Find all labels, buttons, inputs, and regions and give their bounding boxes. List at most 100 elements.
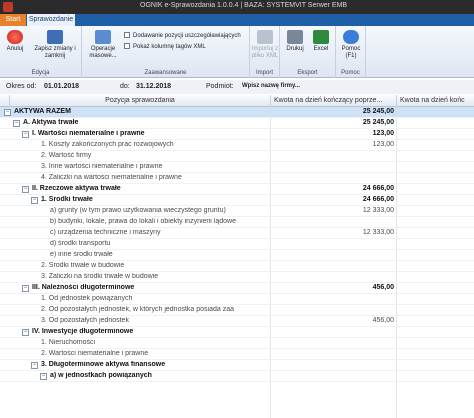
- row-value-prev[interactable]: 123,00: [270, 130, 396, 137]
- row-value-prev[interactable]: 12 333,00: [270, 229, 396, 236]
- collapse-toggle-icon[interactable]: −: [40, 373, 47, 380]
- row-label: A. Aktywa trwałe: [23, 119, 79, 126]
- bulk-operations-icon: [95, 30, 111, 44]
- row-label: a) w jednostkach powiązanych: [50, 372, 152, 379]
- row-value-prev[interactable]: 25 245,00: [270, 119, 396, 126]
- drukuj-button[interactable]: Drukuj: [284, 30, 306, 53]
- table-row[interactable]: − IV. Inwestycje długoterminowe: [0, 327, 474, 338]
- row-label: 2. Wartości niematerialne i prawne: [41, 350, 149, 357]
- row-value-prev[interactable]: 24 666,00: [270, 185, 396, 192]
- row-value-prev[interactable]: 123,00: [270, 141, 396, 148]
- excel-label: Excel: [313, 46, 329, 52]
- do-field[interactable]: 31.12.2018: [136, 83, 171, 90]
- row-value-prev[interactable]: 456,00: [270, 317, 396, 324]
- row-label: 3. Długoterminowe aktywa finansowe: [41, 361, 166, 368]
- table-row[interactable]: − II. Rzeczowe aktywa trwałe 24 666,00: [0, 184, 474, 195]
- table-row[interactable]: 2. Wartość firmy: [0, 151, 474, 162]
- table-row[interactable]: 3. Zaliczki na środki trwałe w budowie: [0, 272, 474, 283]
- row-label: 1. Nieruchomości: [41, 339, 96, 346]
- row-label: e) inne środki trwałe: [50, 251, 113, 258]
- tab-start[interactable]: Start: [0, 14, 26, 26]
- collapse-toggle-icon[interactable]: −: [31, 197, 38, 204]
- table-row[interactable]: − A. Aktywa trwałe 25 245,00: [0, 118, 474, 129]
- group-zaawansowane: Operacje masowe... Dodawanie pozycji usz…: [82, 26, 250, 78]
- table-row[interactable]: 3. Inne wartości niematerialne i prawne: [0, 162, 474, 173]
- podmiot-field[interactable]: Wpisz nazwę firmy...: [242, 83, 300, 89]
- header-pozycja[interactable]: Pozycja sprawozdania: [10, 97, 270, 104]
- row-label: c) urządzenia techniczne i maszyny: [50, 229, 161, 236]
- group-label-zaawansowane: Zaawansowane: [144, 70, 187, 76]
- row-value-prev[interactable]: 12 333,00: [270, 207, 396, 214]
- table-row[interactable]: 4. Zaliczki na wartości niematerialne i …: [0, 173, 474, 184]
- table-row[interactable]: d) środki transportu: [0, 239, 474, 250]
- chk2-label: Pokaż kolumnę tagów XML: [133, 44, 206, 50]
- collapse-toggle-icon[interactable]: −: [31, 362, 38, 369]
- header-kwota-biezacy[interactable]: Kwota na dzień końc: [396, 95, 474, 107]
- okres-od-field[interactable]: 01.01.2018: [44, 83, 79, 90]
- collapse-toggle-icon[interactable]: −: [22, 131, 29, 138]
- row-label: 3. Inne wartości niematerialne i prawne: [41, 163, 163, 170]
- zapisz-button[interactable]: Zapisz zmiany i zamknij: [30, 30, 80, 60]
- table-row[interactable]: −3. Długoterminowe aktywa finansowe: [0, 360, 474, 371]
- table-row[interactable]: −1. Środki trwałe 24 666,00: [0, 195, 474, 206]
- row-value-prev[interactable]: 25 245,00: [270, 108, 396, 115]
- import-icon: [257, 30, 273, 44]
- title-bar: OGNIK e-Sprawozdania 1.0.0.4 | BAZA: SYS…: [0, 0, 474, 14]
- row-label: 2. Od pozostałych jednostek, w których j…: [41, 306, 234, 313]
- chk1-label: Dodawanie pozycji uszczegóławiających: [133, 33, 241, 39]
- table-row[interactable]: 1. Od jednostek powiązanych: [0, 294, 474, 305]
- row-label: AKTYWA RAZEM: [14, 108, 71, 115]
- table-row[interactable]: 3. Od pozostałych jednostek 456,00: [0, 316, 474, 327]
- row-label: b) budynki, lokale, prawa do lokali i ob…: [50, 218, 236, 225]
- pokaz-kolumne-checkbox[interactable]: Pokaż kolumnę tagów XML: [124, 43, 206, 50]
- header-kwota-poprzedni[interactable]: Kwota na dzień kończący poprze...: [270, 95, 396, 107]
- header-spacer: [0, 95, 10, 107]
- table-row[interactable]: 2. Od pozostałych jednostek, w których j…: [0, 305, 474, 316]
- checkbox-box: [124, 43, 130, 49]
- app-icon: [3, 2, 13, 12]
- row-label: III. Należności długoterminowe: [32, 284, 135, 291]
- report-grid: Pozycja sprawozdania Kwota na dzień końc…: [0, 95, 474, 418]
- table-row[interactable]: 2. Środki trwałe w budowie: [0, 261, 474, 272]
- collapse-toggle-icon[interactable]: −: [13, 120, 20, 127]
- filter-bar: Okres od: 01.01.2018 do: 31.12.2018 Podm…: [0, 80, 474, 94]
- collapse-toggle-icon[interactable]: −: [22, 285, 29, 292]
- collapse-toggle-icon[interactable]: −: [22, 329, 29, 336]
- table-row[interactable]: − I. Wartości niematerialne i prawne 123,0…: [0, 129, 474, 140]
- okres-od-value: 01.01.2018: [44, 83, 80, 90]
- pomoc-label: Pomoc (F1): [341, 46, 361, 59]
- okres-od-label: Okres od:: [6, 83, 37, 90]
- operacje-masowe-button[interactable]: Operacje masowe...: [86, 30, 120, 60]
- table-row[interactable]: 1. Nieruchomości: [0, 338, 474, 349]
- group-label-pomoc: Pomoc: [341, 70, 360, 76]
- ribbon: Anuluj Zapisz zmiany i zamknij Edycja Op…: [0, 26, 474, 78]
- table-row[interactable]: b) budynki, lokale, prawa do lokali i ob…: [0, 217, 474, 228]
- row-label: IV. Inwestycje długoterminowe: [32, 328, 134, 335]
- table-row[interactable]: − AKTYWA RAZEM 25 245,00: [0, 107, 474, 118]
- table-row[interactable]: c) urządzenia techniczne i maszyny 12 333…: [0, 228, 474, 239]
- table-row[interactable]: e) inne środki trwałe: [0, 250, 474, 261]
- row-label: II. Rzeczowe aktywa trwałe: [32, 185, 121, 192]
- table-row[interactable]: 1. Koszty zakończonych prac rozwojowych 1…: [0, 140, 474, 151]
- tab-sprawozdanie[interactable]: Sprawozdanie: [27, 14, 75, 26]
- row-label: 4. Zaliczki na wartości niematerialne i …: [41, 174, 182, 181]
- podmiot-label: Podmiot:: [206, 83, 234, 90]
- row-value-prev[interactable]: 24 666,00: [270, 196, 396, 203]
- importuj-button[interactable]: Importuj z pliku XML: [251, 30, 279, 60]
- collapse-toggle-icon[interactable]: −: [4, 109, 11, 116]
- anuluj-button[interactable]: Anuluj: [2, 30, 28, 53]
- dodawanie-pozycji-checkbox[interactable]: Dodawanie pozycji uszczegóławiających: [124, 32, 241, 39]
- row-label: 2. Środki trwałe w budowie: [41, 262, 125, 269]
- table-row[interactable]: − III. Należności długoterminowe 456,00: [0, 283, 474, 294]
- table-row[interactable]: 2. Wartości niematerialne i prawne: [0, 349, 474, 360]
- row-label: 1. Od jednostek powiązanych: [41, 295, 133, 302]
- row-value-prev[interactable]: 456,00: [270, 284, 396, 291]
- row-label: 1. Koszty zakończonych prac rozwojowych: [41, 141, 174, 148]
- table-row[interactable]: a) grunty (w tym prawo użytkowania wiecz…: [0, 206, 474, 217]
- table-row[interactable]: − a) w jednostkach powiązanych: [0, 371, 474, 382]
- collapse-toggle-icon[interactable]: −: [22, 186, 29, 193]
- save-icon: [47, 30, 63, 44]
- pomoc-button[interactable]: Pomoc (F1): [338, 30, 364, 60]
- excel-button[interactable]: Excel: [310, 30, 332, 53]
- grid-header: Pozycja sprawozdania Kwota na dzień końc…: [0, 95, 474, 107]
